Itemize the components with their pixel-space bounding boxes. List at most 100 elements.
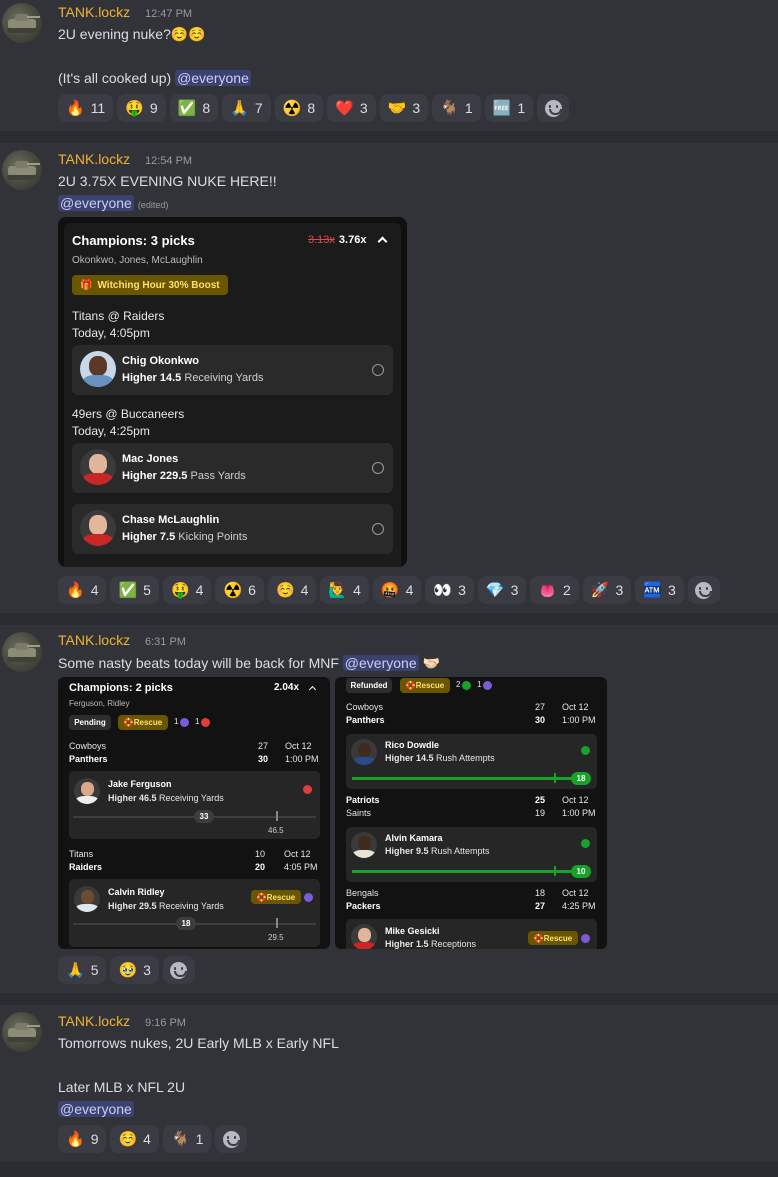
add-reaction-button[interactable] <box>162 956 195 984</box>
reaction[interactable]: 🤑 4 <box>162 576 212 604</box>
reaction[interactable]: ☢️ 8 <box>274 94 324 122</box>
reaction-bar: 🔥 11 🤑 9 ✅ 8 🙏 7 ☢️ 8 ❤️ 3 🤝 3 🐐 1 🆓 1 <box>58 94 570 122</box>
reaction[interactable]: 🙏 7 <box>222 94 271 122</box>
player-headshot <box>351 924 377 949</box>
reaction[interactable]: 👅 2 <box>530 576 579 604</box>
home-score: 30 <box>257 754 268 764</box>
reaction-emoji: 🤝 <box>387 99 407 117</box>
add-reaction-button[interactable] <box>537 94 570 122</box>
pick-stat: Receiving Yards <box>184 372 264 384</box>
reaction[interactable]: 🔥 11 <box>58 94 114 122</box>
card-players-line: Ferguson, Ridley <box>69 699 130 708</box>
add-reaction-button[interactable] <box>687 576 720 604</box>
user-avatar[interactable] <box>2 150 42 190</box>
home-team: Raiders <box>69 862 103 872</box>
reaction-emoji: 🙋‍♂️ <box>328 581 348 599</box>
reaction[interactable]: 🆓 1 <box>484 94 534 122</box>
mention-everyone[interactable]: @everyone <box>58 1101 134 1117</box>
edited-label: (edited) <box>137 200 169 210</box>
reaction-bar: 🙏 5 🥹 3 <box>58 956 195 984</box>
reaction-emoji: 🙏 <box>66 961 85 979</box>
user-avatar[interactable] <box>2 3 42 43</box>
reaction[interactable]: 🤬 4 <box>372 576 422 604</box>
card-title: Champions: 3 picks <box>72 233 195 248</box>
reaction[interactable]: ☢️ 6 <box>215 576 264 604</box>
reaction[interactable]: 🥹 3 <box>110 956 159 984</box>
reaction[interactable]: 🐐 1 <box>432 94 481 122</box>
reaction[interactable]: 🤝 3 <box>379 94 429 122</box>
username[interactable]: TANK.lockz <box>58 4 130 20</box>
user-avatar[interactable] <box>2 632 42 672</box>
reaction-count: 9 <box>90 1131 99 1147</box>
reaction-emoji: 🆓 <box>492 99 512 117</box>
rescue-icon: 🛟 <box>533 933 544 943</box>
pick-stat: Pass Yards <box>190 470 246 482</box>
reaction[interactable]: ✅ 8 <box>169 94 219 122</box>
home-score: 20 <box>254 862 265 872</box>
reaction[interactable]: 💎 3 <box>477 576 527 604</box>
mention-everyone[interactable]: @everyone <box>342 655 419 671</box>
pick-row[interactable]: Alvin Kamara Higher 9.5 Rush Attempts 10 <box>346 827 597 882</box>
pick-row[interactable]: Chig Okonkwo Higher 14.5 Receiving Yards <box>72 345 393 395</box>
pick-radio[interactable] <box>372 364 384 376</box>
player-name: Calvin Ridley <box>108 887 165 897</box>
user-avatar[interactable] <box>2 1012 42 1052</box>
pick-row[interactable]: Mac Jones Higher 229.5 Pass Yards <box>72 443 393 493</box>
username[interactable]: TANK.lockz <box>58 632 130 648</box>
reaction[interactable]: 🤑 9 <box>117 94 166 122</box>
chevron-up-icon[interactable] <box>377 236 388 247</box>
reaction-emoji: ✅ <box>177 99 197 117</box>
pick-screenshot-card[interactable]: Champions: 3 picks 3.13x 3.76x Okonkwo, J… <box>58 217 407 567</box>
mention-everyone[interactable]: @everyone <box>175 70 251 86</box>
pick-row[interactable]: Rico Dowdle Higher 14.5 Rush Attempts 18 <box>346 734 597 789</box>
message-divider <box>0 993 778 1005</box>
username[interactable]: TANK.lockz <box>58 1013 130 1029</box>
pick-radio[interactable] <box>372 462 384 474</box>
reaction[interactable]: ☺️ 4 <box>110 1125 159 1153</box>
rescue-label: Rescue <box>415 681 445 690</box>
reaction[interactable]: 🙏 5 <box>58 956 107 984</box>
reaction[interactable]: 🚀 3 <box>582 576 632 604</box>
reaction[interactable]: 🔥 9 <box>58 1125 107 1153</box>
chevron-up-icon[interactable] <box>308 685 317 694</box>
reaction[interactable]: 🏧 3 <box>635 576 684 604</box>
reaction-count: 3 <box>668 582 676 598</box>
message-text: Tomorrows nukes, 2U Early MLB x Early NF… <box>58 1035 339 1051</box>
reaction-count: 7 <box>254 100 263 116</box>
pick-radio[interactable] <box>372 523 384 535</box>
away-score: 25 <box>534 795 545 805</box>
game-time: 4:25 PM <box>562 901 596 911</box>
pick-direction: Higher 46.5 <box>108 793 157 803</box>
game-matchup: 49ers @ Buccaneers <box>72 407 185 421</box>
reaction[interactable]: ✅ 5 <box>110 576 159 604</box>
pick-screenshot-right[interactable]: Refunded 🛟 Rescue 2 1 Cowboys Panthers 2… <box>335 677 607 949</box>
reaction-emoji: 👀 <box>433 581 453 599</box>
line-value: 46.5 <box>268 826 284 835</box>
reaction[interactable]: 👀 3 <box>425 576 474 604</box>
player-name: Rico Dowdle <box>385 740 440 750</box>
reaction-emoji: 🏧 <box>643 581 663 599</box>
pick-screenshot-left[interactable]: Champions: 2 picks 2.04x Ferguson, Ridle… <box>58 677 330 949</box>
player-headshot <box>351 832 377 858</box>
reaction[interactable]: ❤️ 3 <box>327 94 376 122</box>
pick-row[interactable]: Jake Ferguson Higher 46.5 Receiving Yard… <box>69 771 320 839</box>
reaction[interactable]: 🙋‍♂️ 4 <box>320 576 369 604</box>
add-reaction-button[interactable] <box>215 1125 248 1153</box>
mention-everyone[interactable]: @everyone <box>58 195 134 211</box>
reaction[interactable]: 🔥 4 <box>58 576 107 604</box>
player-headshot <box>74 886 100 912</box>
rescue-badge: 🛟 Rescue <box>251 890 301 904</box>
progress-fill <box>352 870 574 873</box>
reaction-count: 3 <box>359 100 368 116</box>
pick-row[interactable]: Calvin Ridley Higher 29.5 Receiving Yard… <box>69 879 320 947</box>
player-name: Mike Gesicki <box>385 926 440 936</box>
actual-value-pill: 33 <box>194 810 214 823</box>
pick-row[interactable]: Mike Gesicki Higher 1.5 Receptions 🛟 Res… <box>346 919 597 949</box>
reaction[interactable]: ☺️ 4 <box>267 576 317 604</box>
pick-row[interactable]: Chase McLaughlin Higher 7.5 Kicking Poin… <box>72 504 393 554</box>
home-team: Panthers <box>346 715 385 725</box>
home-score: 30 <box>534 715 545 725</box>
username[interactable]: TANK.lockz <box>58 151 130 167</box>
rescue-label: Rescue <box>543 933 573 943</box>
reaction[interactable]: 🐐 1 <box>162 1125 212 1153</box>
